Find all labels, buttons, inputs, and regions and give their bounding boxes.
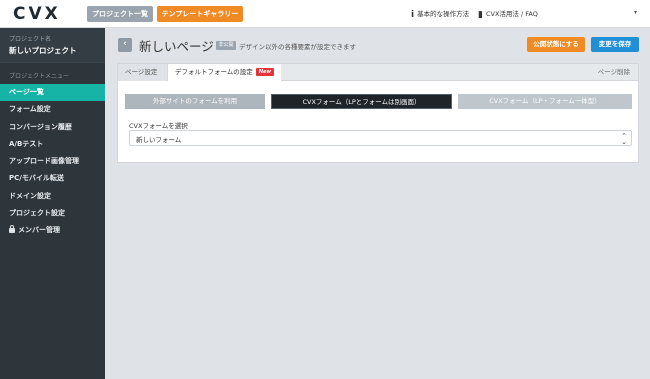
sidebar-item-label: A/Bテスト (9, 139, 44, 148)
sidebar: プロジェクト名 新しいプロジェクト プロジェクトメニュー ページ一覧 フォーム設… (0, 28, 105, 379)
lock-icon (9, 225, 15, 234)
sidebar-item-label: PC/モバイル転送 (9, 174, 64, 183)
sidebar-item-page-list[interactable]: ページ一覧 (0, 84, 105, 102)
top-bar: CVX プロジェクト一覧 テンプレートギャラリー i 基本的な操作方法 ▮ CVX活… (0, 0, 650, 28)
sidebar-item-pc-mobile-transfer[interactable]: PC/モバイル転送 (0, 170, 105, 187)
publish-button[interactable]: 公開状態にする (527, 37, 585, 52)
delete-page-link[interactable]: ページ削除 (598, 64, 630, 81)
sidebar-item-label: プロジェクト設定 (9, 209, 65, 218)
option-external-form[interactable]: 外部サイトのフォームを利用 (125, 94, 265, 109)
settings-panel: ページ設定 デフォルトフォームの設定 New ページ削除 外部サイトのフォームを利… (117, 63, 639, 163)
tab-default-form[interactable]: デフォルトフォームの設定 New (168, 64, 281, 82)
back-button[interactable]: ‹ (118, 38, 132, 52)
save-button[interactable]: 変更を保存 (591, 37, 639, 52)
project-header: プロジェクト名 新しいプロジェクト (0, 28, 105, 63)
basic-operations-label: 基本的な操作方法 (417, 10, 470, 18)
page-description: デザイン以外の各種要素が設定できます (239, 43, 356, 51)
option-cvx-form-separate[interactable]: CVXフォーム（LPとフォームは別画面） (271, 94, 452, 109)
tab-bar: ページ設定 デフォルトフォームの設定 New ページ削除 (118, 64, 638, 82)
project-name: 新しいプロジェクト (9, 46, 77, 55)
info-icon: i (411, 10, 415, 20)
sidebar-item-label: ページ一覧 (9, 88, 44, 96)
sidebar-item-project-settings[interactable]: プロジェクト設定 (0, 205, 105, 222)
sidebar-item-ab-test[interactable]: A/Bテスト (0, 136, 105, 153)
project-menu-label: プロジェクトメニュー (9, 73, 70, 80)
project-label: プロジェクト名 (9, 36, 52, 43)
template-gallery-button[interactable]: テンプレートギャラリー (157, 6, 243, 22)
sidebar-item-label: ドメイン設定 (9, 191, 51, 200)
cvx-logo[interactable]: CVX (13, 4, 61, 24)
tab-default-form-label: デフォルトフォームの設定 (175, 68, 253, 76)
option-cvx-form-integrated[interactable]: CVXフォーム（LP・フォーム一体型） (458, 94, 632, 109)
sidebar-item-conversion-history[interactable]: コンバージョン履歴 (0, 119, 105, 136)
sidebar-item-uploaded-images[interactable]: アップロード画像管理 (0, 153, 105, 170)
sidebar-item-label: フォーム設定 (9, 105, 51, 114)
form-select[interactable]: 新しいフォーム ⌃ ⌄ (129, 130, 632, 146)
book-icon: ▮ (478, 10, 483, 20)
faq-label: CVX活用法 / FAQ (485, 10, 538, 18)
sidebar-item-member-management[interactable]: メンバー管理 (0, 222, 105, 239)
form-select-label: CVXフォームを選択 (129, 122, 188, 130)
sidebar-item-label: メンバー管理 (18, 226, 60, 235)
chevron-updown-icon: ⌃ ⌄ (621, 132, 627, 146)
tab-page-settings[interactable]: ページ設定 (118, 64, 168, 81)
new-badge: New (255, 68, 275, 76)
status-badge: 非公開 (216, 41, 236, 50)
chevron-down-icon[interactable]: ▾ (634, 9, 637, 16)
form-select-value: 新しいフォーム (136, 136, 182, 144)
faq-link[interactable]: ▮ CVX活用法 / FAQ (478, 8, 538, 20)
page-title: 新しいページ (139, 39, 214, 54)
sidebar-item-form-settings[interactable]: フォーム設定 (0, 101, 105, 118)
project-list-button[interactable]: プロジェクト一覧 (87, 6, 153, 22)
sidebar-item-domain-settings[interactable]: ドメイン設定 (0, 188, 105, 205)
sidebar-item-label: アップロード画像管理 (9, 157, 79, 166)
sidebar-item-label: コンバージョン履歴 (9, 122, 72, 131)
basic-operations-link[interactable]: i 基本的な操作方法 (411, 8, 469, 20)
